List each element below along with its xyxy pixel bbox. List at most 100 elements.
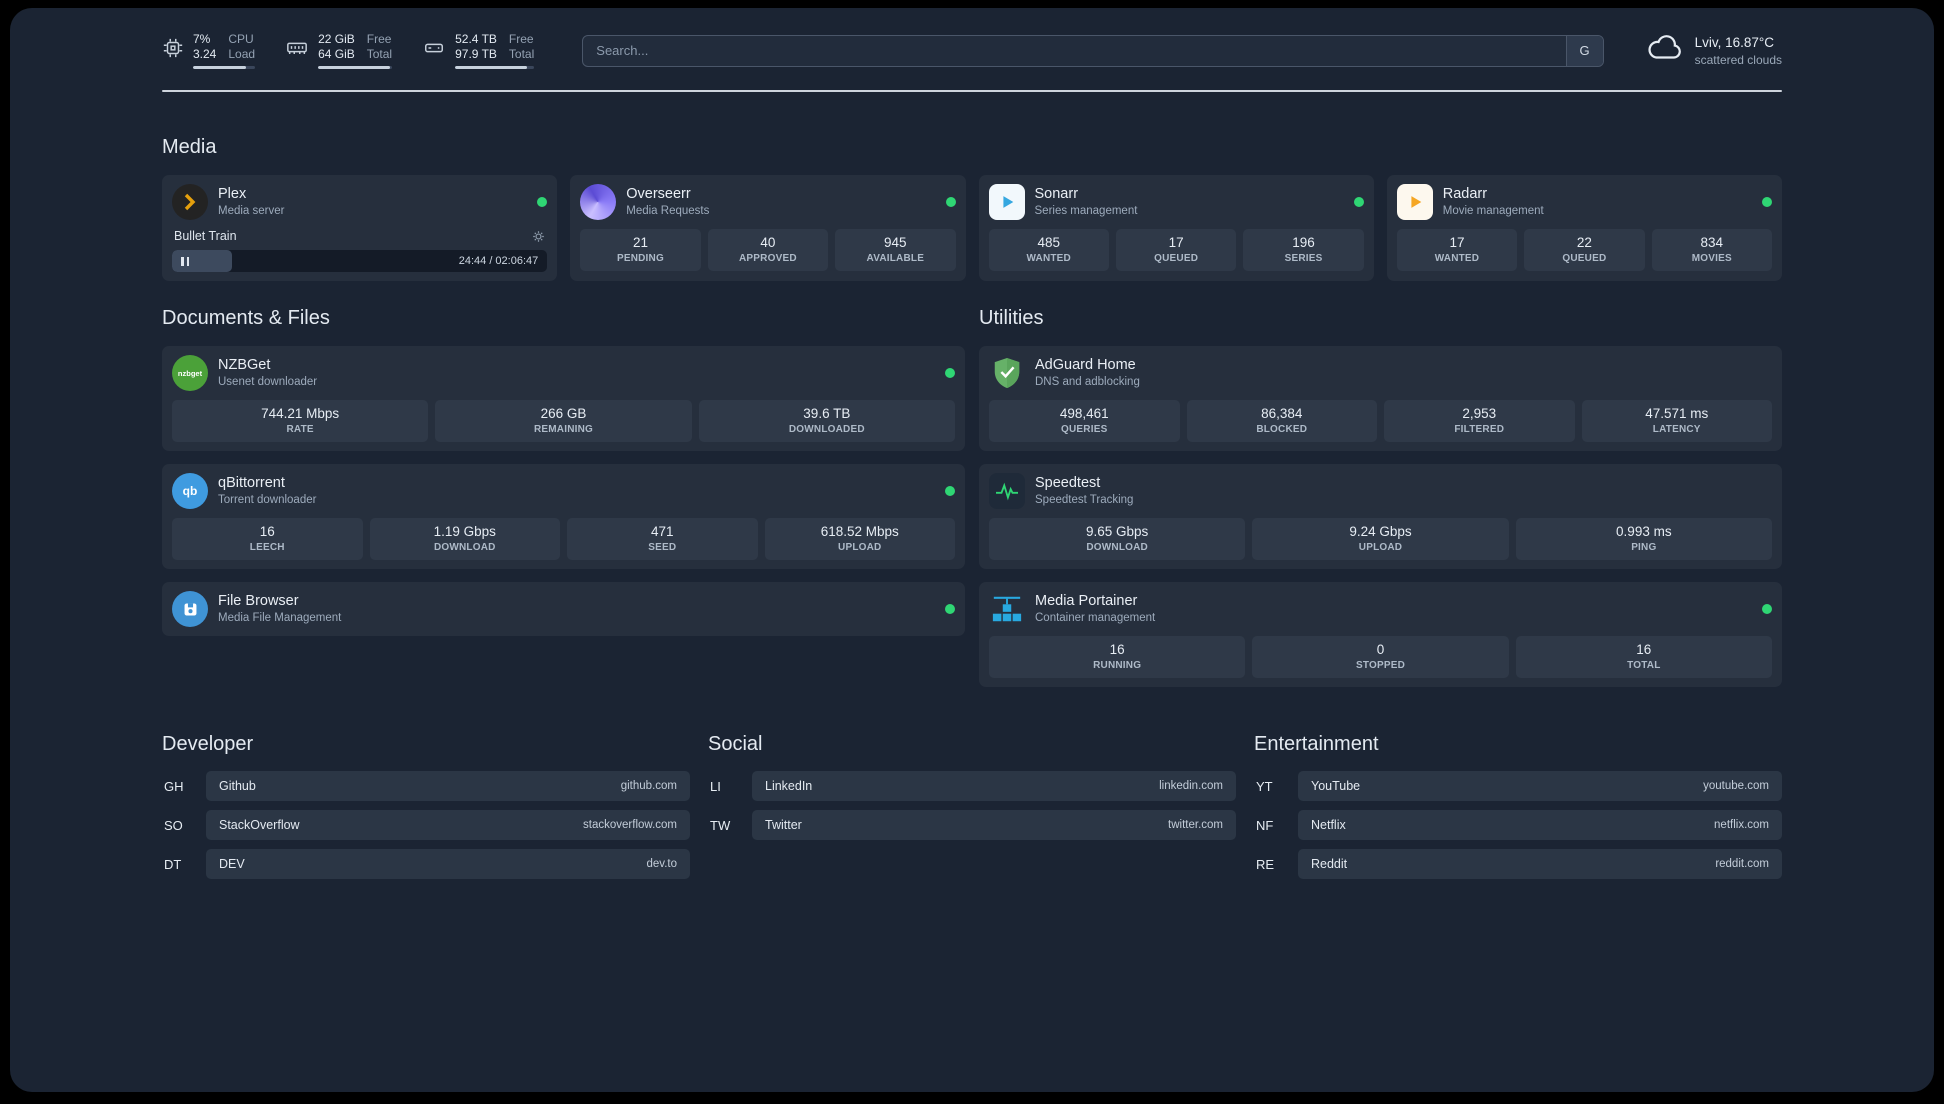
stat-label: STOPPED bbox=[1355, 660, 1405, 671]
service-subtitle: Usenet downloader bbox=[218, 376, 318, 388]
stat-value: 2,953 bbox=[1462, 406, 1497, 421]
card-adguard[interactable]: AdGuard Home DNS and adblocking 498,461 … bbox=[979, 346, 1782, 451]
ram-free: 22 GiB bbox=[318, 32, 355, 46]
status-dot bbox=[1762, 604, 1772, 614]
disk-icon bbox=[422, 37, 446, 59]
bookmark-group-entertainment: Entertainment YT YouTube youtube.com NF … bbox=[1254, 733, 1782, 879]
speedtest-icon bbox=[989, 473, 1025, 509]
card-portainer[interactable]: Media Portainer Container management 16 … bbox=[979, 582, 1782, 687]
stat-label: SEED bbox=[648, 542, 677, 553]
stat-label: SERIES bbox=[1284, 253, 1323, 264]
bookmark-github[interactable]: GH Github github.com bbox=[162, 771, 690, 801]
bookmarks-area: Developer GH Github github.com SO StackO… bbox=[162, 733, 1782, 879]
header-divider bbox=[162, 90, 1782, 92]
stat-value: 266 GB bbox=[540, 406, 587, 421]
bookmark-twitter[interactable]: TW Twitter twitter.com bbox=[708, 810, 1236, 840]
qbittorrent-stats: 16 LEECH 1.19 Gbps DOWNLOAD 471 SEED 618… bbox=[172, 518, 955, 560]
gear-icon[interactable] bbox=[532, 230, 545, 243]
stat-value: 17 bbox=[1168, 235, 1184, 250]
disk-total: 97.9 TB bbox=[455, 47, 497, 61]
disk-progress-bar bbox=[455, 66, 535, 69]
portainer-stats: 16 RUNNING 0 STOPPED 16 TOTAL bbox=[989, 636, 1772, 678]
bookmark-url: github.com bbox=[620, 780, 677, 792]
stat-value: 40 bbox=[760, 235, 776, 250]
search-provider-button[interactable]: G bbox=[1565, 35, 1603, 66]
stat-tile: 17 QUEUED bbox=[1115, 229, 1237, 271]
section-title-entertainment: Entertainment bbox=[1254, 733, 1379, 755]
card-plex[interactable]: Plex Media server Bullet Train 24:44 / 0… bbox=[162, 175, 558, 281]
bookmark-name: StackOverflow bbox=[219, 818, 300, 832]
sonarr-stats: 485 WANTED 17 QUEUED 196 SERIES bbox=[988, 229, 1364, 271]
cpu-label: CPU bbox=[228, 32, 254, 46]
card-filebrowser[interactable]: File Browser Media File Management bbox=[162, 582, 965, 636]
bookmark-youtube[interactable]: YT YouTube youtube.com bbox=[1254, 771, 1782, 801]
bookmark-abbr: YT bbox=[1256, 778, 1273, 794]
section-title-social: Social bbox=[708, 733, 763, 755]
sonarr-icon bbox=[988, 184, 1025, 220]
stat-label: DOWNLOAD bbox=[1086, 542, 1148, 553]
stat-label: APPROVED bbox=[739, 253, 797, 264]
stat-tile: 1.19 Gbps DOWNLOAD bbox=[369, 518, 560, 560]
cpu-load: 3.24 bbox=[193, 47, 217, 61]
card-speedtest[interactable]: Speedtest Speedtest Tracking 9.65 Gbps D… bbox=[979, 464, 1782, 569]
stat-value: 16 bbox=[1109, 642, 1125, 657]
now-playing-title: Bullet Train bbox=[174, 229, 237, 243]
media-card-row: Plex Media server Bullet Train 24:44 / 0… bbox=[162, 175, 1782, 281]
nzbget-stats: 744.21 Mbps RATE 266 GB REMAINING 39.6 T… bbox=[172, 400, 955, 442]
service-title: Sonarr bbox=[1034, 186, 1079, 202]
bookmark-dev[interactable]: DT DEV dev.to bbox=[162, 849, 690, 879]
stat-tile: 86,384 BLOCKED bbox=[1186, 400, 1377, 442]
stat-value: 196 bbox=[1292, 235, 1315, 250]
bookmark-name: Reddit bbox=[1311, 857, 1348, 871]
card-sonarr[interactable]: Sonarr Series management 485 WANTED 17 Q… bbox=[978, 175, 1374, 281]
bookmark-abbr: RE bbox=[1256, 856, 1275, 872]
bookmark-name: DEV bbox=[219, 857, 245, 871]
stat-value: 9.65 Gbps bbox=[1086, 524, 1149, 539]
bookmark-reddit[interactable]: RE Reddit reddit.com bbox=[1254, 849, 1782, 879]
card-nzbget[interactable]: nzbget NZBGet Usenet downloader 744.21 M… bbox=[162, 346, 965, 451]
bookmark-name: Github bbox=[219, 779, 256, 793]
plex-icon bbox=[172, 184, 208, 220]
bookmark-linkedin[interactable]: LI LinkedIn linkedin.com bbox=[708, 771, 1236, 801]
status-dot bbox=[945, 486, 955, 496]
bookmark-group-developer: Developer GH Github github.com SO StackO… bbox=[162, 733, 690, 879]
section-title-developer: Developer bbox=[162, 733, 254, 755]
ram-progress-bar bbox=[318, 66, 393, 69]
search-input[interactable] bbox=[582, 34, 1604, 67]
stat-label: FILTERED bbox=[1454, 424, 1505, 435]
disk-label: Free bbox=[508, 32, 534, 46]
stat-tile: 834 MOVIES bbox=[1651, 229, 1773, 271]
stat-label: MOVIES bbox=[1691, 253, 1732, 264]
bookmark-group-social: Social LI LinkedIn linkedin.com TW Twitt… bbox=[708, 733, 1236, 879]
cpu-icon bbox=[162, 37, 184, 59]
stat-label: QUERIES bbox=[1061, 424, 1108, 435]
service-title: Overseerr bbox=[626, 186, 691, 202]
card-overseerr[interactable]: Overseerr Media Requests 21 PENDING 40 A… bbox=[570, 175, 966, 281]
stat-value: 0.993 ms bbox=[1616, 524, 1672, 539]
service-title: Plex bbox=[218, 186, 247, 202]
card-radarr[interactable]: Radarr Movie management 17 WANTED 22 QUE… bbox=[1386, 175, 1782, 281]
pause-icon[interactable] bbox=[181, 256, 189, 266]
service-subtitle: Media File Management bbox=[218, 612, 342, 624]
radarr-stats: 17 WANTED 22 QUEUED 834 MOVIES bbox=[1396, 229, 1773, 271]
stat-value: 17 bbox=[1449, 235, 1465, 250]
stat-tile: 471 SEED bbox=[567, 518, 758, 560]
service-subtitle: Media Requests bbox=[626, 205, 710, 217]
memory-icon bbox=[285, 37, 309, 59]
bookmark-url: reddit.com bbox=[1715, 858, 1769, 870]
bookmark-netflix[interactable]: NF Netflix netflix.com bbox=[1254, 810, 1782, 840]
section-utilities: Utilities AdGuard Home DNS and adblockin… bbox=[979, 307, 1782, 687]
stat-label: LEECH bbox=[249, 542, 285, 553]
stat-label: TOTAL bbox=[1627, 660, 1661, 671]
stat-label: DOWNLOADED bbox=[788, 424, 865, 435]
media-progress-bar[interactable]: 24:44 / 02:06:47 bbox=[172, 250, 548, 272]
stat-tile: 9.24 Gbps UPLOAD bbox=[1252, 518, 1509, 560]
bookmark-stackoverflow[interactable]: SO StackOverflow stackoverflow.com bbox=[162, 810, 690, 840]
card-qbittorrent[interactable]: qb qBittorrent Torrent downloader 16 LEE… bbox=[162, 464, 965, 569]
service-subtitle: Media server bbox=[218, 205, 285, 217]
stat-tile: 22 QUEUED bbox=[1524, 229, 1645, 271]
stat-value: 471 bbox=[650, 524, 674, 539]
stat-tile: 498,461 QUERIES bbox=[989, 400, 1180, 442]
service-title: Media Portainer bbox=[1035, 593, 1138, 609]
qbittorrent-icon: qb bbox=[172, 473, 208, 509]
